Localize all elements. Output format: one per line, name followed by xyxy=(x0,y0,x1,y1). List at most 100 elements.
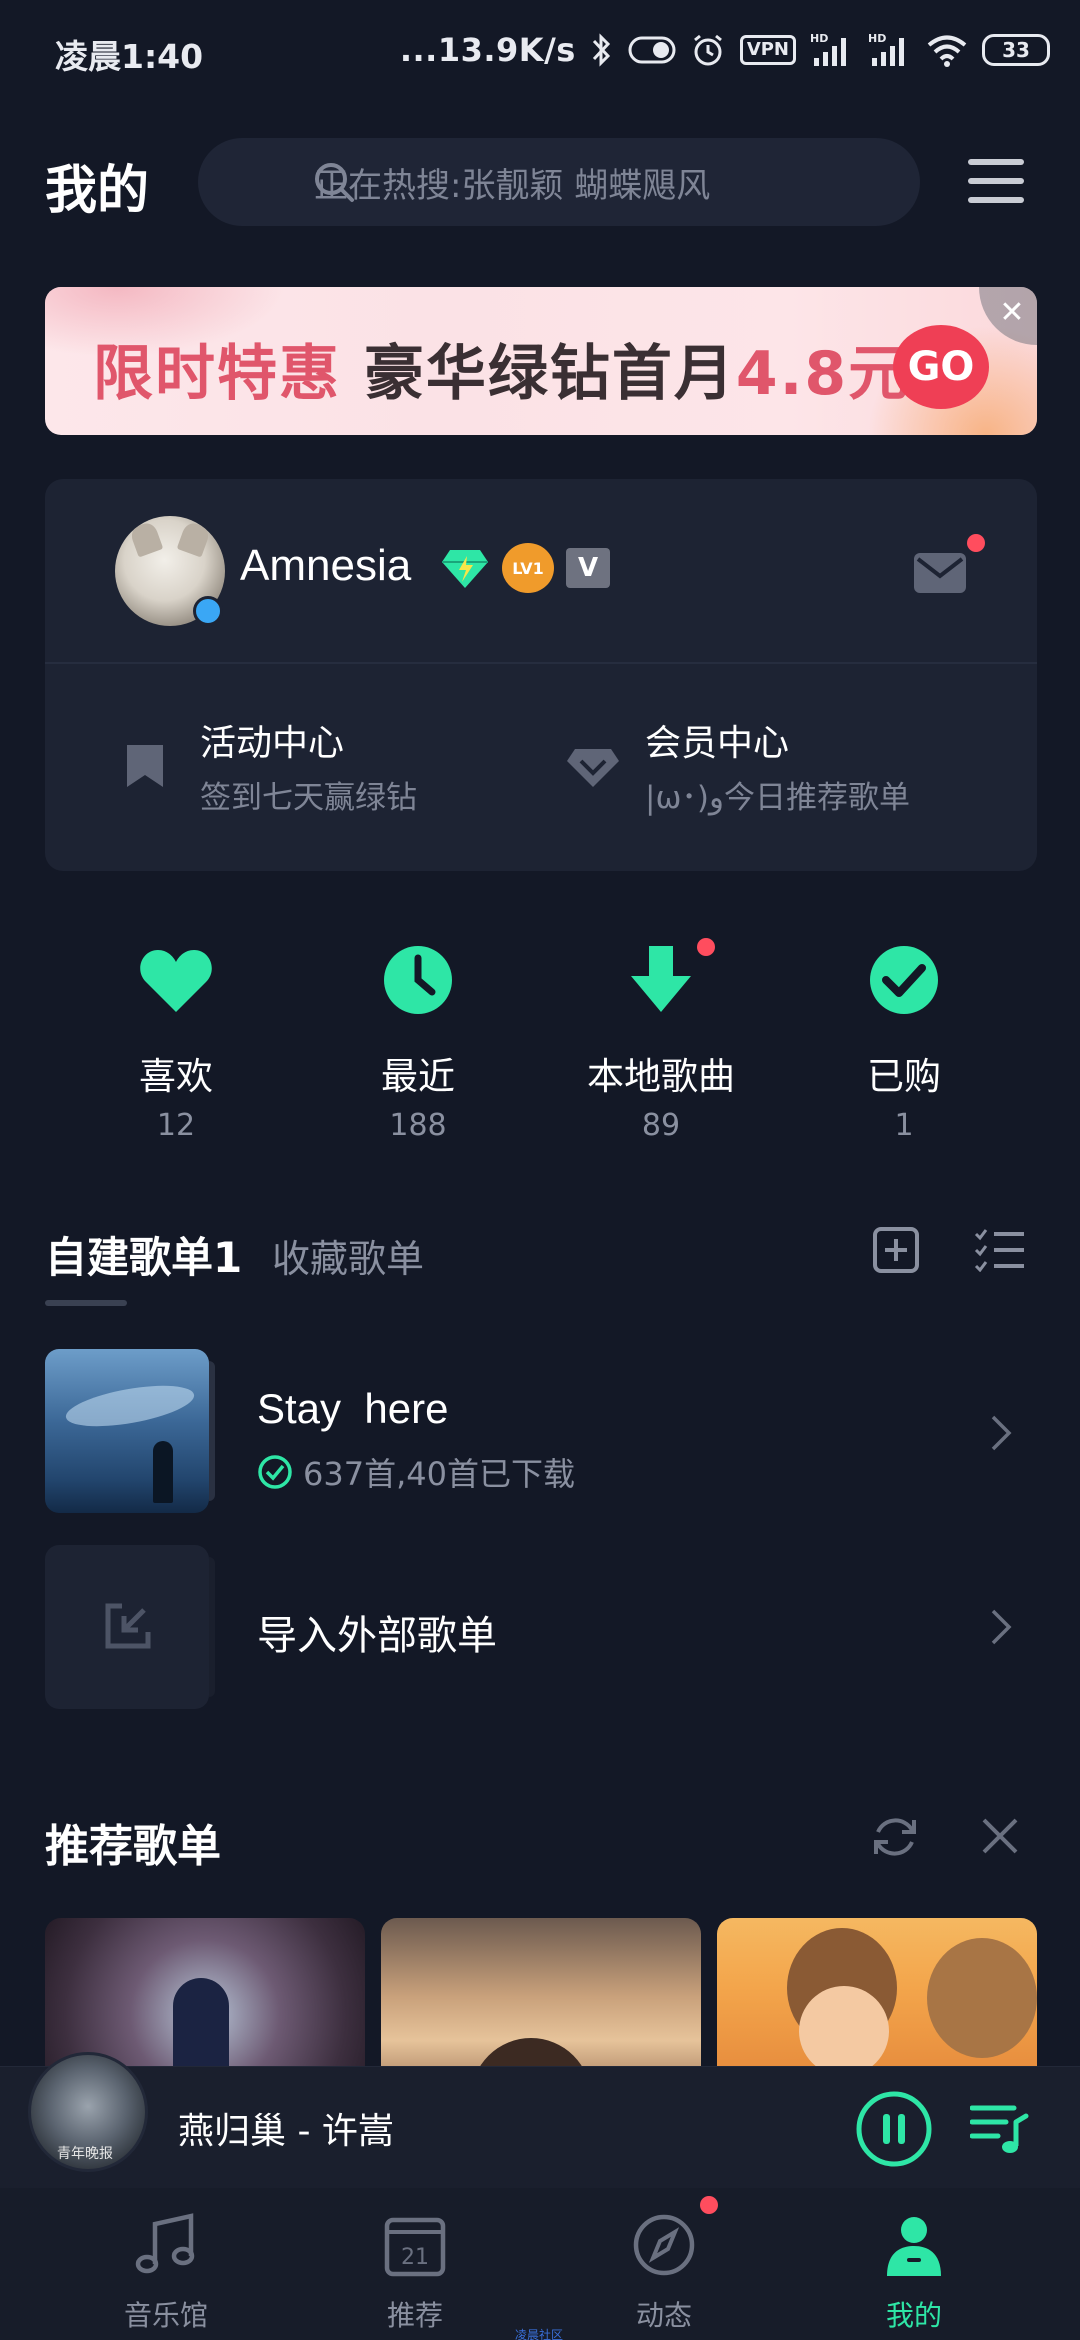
check-circle-icon xyxy=(870,946,938,1014)
import-playlist-label: 导入外部歌单 xyxy=(257,1613,497,1659)
battery-indicator: 33 xyxy=(982,34,1050,66)
refresh-icon[interactable] xyxy=(870,1812,920,1862)
stat-count: 89 xyxy=(641,1108,681,1143)
now-playing-title[interactable]: 燕归巢 - 许嵩 xyxy=(178,2102,394,2154)
heart-icon xyxy=(140,950,212,1012)
playlist-item[interactable]: Stay here 637首,40首已下载 xyxy=(45,1349,1037,1519)
page-title: 我的 xyxy=(45,161,150,221)
music-note-icon xyxy=(135,2213,195,2274)
banner-text-red: 限时特惠 xyxy=(93,339,341,409)
stat-label: 喜欢 xyxy=(139,1055,213,1098)
chevron-right-icon xyxy=(991,1609,1012,1645)
cover-detail xyxy=(63,1377,197,1435)
stat-count: 188 xyxy=(389,1108,447,1143)
network-speed: ...13.9K/s xyxy=(399,31,576,69)
banner-text: 限时特惠 豪华绿钻首月4.8元 xyxy=(93,325,910,412)
v-badge[interactable]: V xyxy=(566,548,610,588)
banner-text-dark: 豪华绿钻首月 xyxy=(341,339,736,409)
avatar-detail xyxy=(128,520,164,558)
nav-mine[interactable]: 我的 xyxy=(814,2212,1014,2334)
stat-label: 最近 xyxy=(381,1055,455,1098)
menu-icon[interactable] xyxy=(968,157,1024,205)
chevron-right-icon xyxy=(991,1415,1012,1451)
user-badges: LV1 V xyxy=(440,543,610,593)
pause-button[interactable] xyxy=(855,2090,933,2168)
import-playlist-item[interactable]: 导入外部歌单 xyxy=(45,1545,1037,1715)
bluetooth-icon xyxy=(592,33,610,67)
playlist-meta: 637首,40首已下载 xyxy=(257,1449,575,1495)
member-center-subtitle: |ω･)و今日推荐歌单 xyxy=(645,780,910,816)
stat-count: 12 xyxy=(156,1108,196,1143)
add-playlist-icon[interactable] xyxy=(872,1226,920,1274)
clock-icon xyxy=(384,946,452,1014)
banner-go-button[interactable]: GO xyxy=(893,325,989,409)
bookmark-icon xyxy=(127,745,163,787)
tab-created-playlists[interactable]: 自建歌单1 xyxy=(45,1224,242,1285)
profile-card: Amnesia LV1 V 活动中心 签到七天赢绿钻 会员中心 |ω･)و今日推… xyxy=(45,479,1037,871)
nav-recommend[interactable]: 21 推荐 xyxy=(315,2212,515,2334)
wifi-icon xyxy=(927,35,967,67)
status-bar: 凌晨1:40 ...13.9K/s VPN HD HD 33 xyxy=(0,0,1080,100)
notification-dot xyxy=(700,2196,718,2214)
cover-stack xyxy=(209,1557,215,1697)
cover-caption: 青年晚报 xyxy=(57,2146,113,2162)
mail-icon[interactable] xyxy=(912,551,968,595)
cover-stack xyxy=(209,1361,215,1501)
notification-dot xyxy=(697,938,715,956)
green-diamond-icon[interactable] xyxy=(440,546,490,590)
divider xyxy=(45,662,1037,664)
vpn-badge: VPN xyxy=(739,35,796,65)
now-playing-cover[interactable]: 青年晚报 xyxy=(28,2052,148,2172)
stat-count: 1 xyxy=(894,1108,914,1143)
svg-text:21: 21 xyxy=(401,2245,429,2270)
avatar-detail-2 xyxy=(176,520,212,558)
stat-likes[interactable]: 喜欢 12 xyxy=(76,944,276,1143)
search-placeholder: 正在热搜:张靓颖 蝴蝶飓风 xyxy=(314,165,711,206)
playlist-cover xyxy=(45,1349,209,1513)
search-bar[interactable]: 正在热搜:张靓颖 蝴蝶飓风 xyxy=(198,138,920,226)
stat-purchased[interactable]: 已购 1 xyxy=(804,944,1004,1143)
signal-icon: HD xyxy=(810,32,846,66)
status-icons: ...13.9K/s VPN HD HD 33 xyxy=(400,28,1050,72)
stat-label: 已购 xyxy=(867,1055,941,1098)
diamond-icon xyxy=(567,749,619,787)
avatar-verified-badge xyxy=(193,596,223,626)
signal-icon-2: HD xyxy=(868,32,904,66)
downloaded-check-icon xyxy=(258,1455,292,1489)
watermark-text: 凌晨社区 xyxy=(515,2328,564,2340)
notification-dot xyxy=(967,534,985,552)
nav-label: 音乐馆 xyxy=(123,2299,208,2332)
stat-recent[interactable]: 最近 188 xyxy=(318,944,518,1143)
nav-music-hall[interactable]: 音乐馆 xyxy=(66,2212,266,2334)
download-icon xyxy=(631,946,691,1012)
playlist-meta-text: 637首,40首已下载 xyxy=(303,1455,575,1493)
compass-icon xyxy=(633,2214,695,2276)
promo-banner[interactable]: 限时特惠 豪华绿钻首月4.8元 GO ✕ xyxy=(45,287,1037,435)
card-image-detail-3 xyxy=(927,1938,1037,2058)
banner-price: 4.8元 xyxy=(735,339,911,409)
svg-text:HD: HD xyxy=(868,32,886,45)
stat-label: 本地歌曲 xyxy=(587,1055,735,1098)
level-badge[interactable]: LV1 xyxy=(502,543,554,593)
import-icon-box xyxy=(45,1545,209,1709)
nav-label: 动态 xyxy=(635,2299,692,2332)
playlist-queue-icon[interactable] xyxy=(970,2102,1030,2156)
close-icon[interactable] xyxy=(980,1816,1020,1856)
person-icon xyxy=(887,2217,941,2276)
activity-center-subtitle: 签到七天赢绿钻 xyxy=(200,780,417,816)
cover-detail-2 xyxy=(153,1441,173,1503)
tab-collected-playlists[interactable]: 收藏歌单 xyxy=(272,1228,424,1283)
nav-feed[interactable]: 动态 xyxy=(564,2212,764,2334)
username[interactable]: Amnesia xyxy=(240,541,411,591)
status-time: 凌晨1:40 xyxy=(55,37,204,76)
tab-indicator xyxy=(45,1300,127,1306)
nav-label: 我的 xyxy=(885,2299,942,2332)
search-icon xyxy=(315,163,354,202)
activity-center-title: 活动中心 xyxy=(200,723,345,764)
manage-playlist-icon[interactable] xyxy=(974,1228,1026,1272)
card-image-detail-2 xyxy=(799,1986,889,2076)
stat-local-songs[interactable]: 本地歌曲 89 xyxy=(561,944,761,1143)
playlist-name: Stay here xyxy=(257,1385,449,1432)
calendar-icon: 21 xyxy=(384,2217,446,2277)
svg-text:HD: HD xyxy=(810,32,828,45)
